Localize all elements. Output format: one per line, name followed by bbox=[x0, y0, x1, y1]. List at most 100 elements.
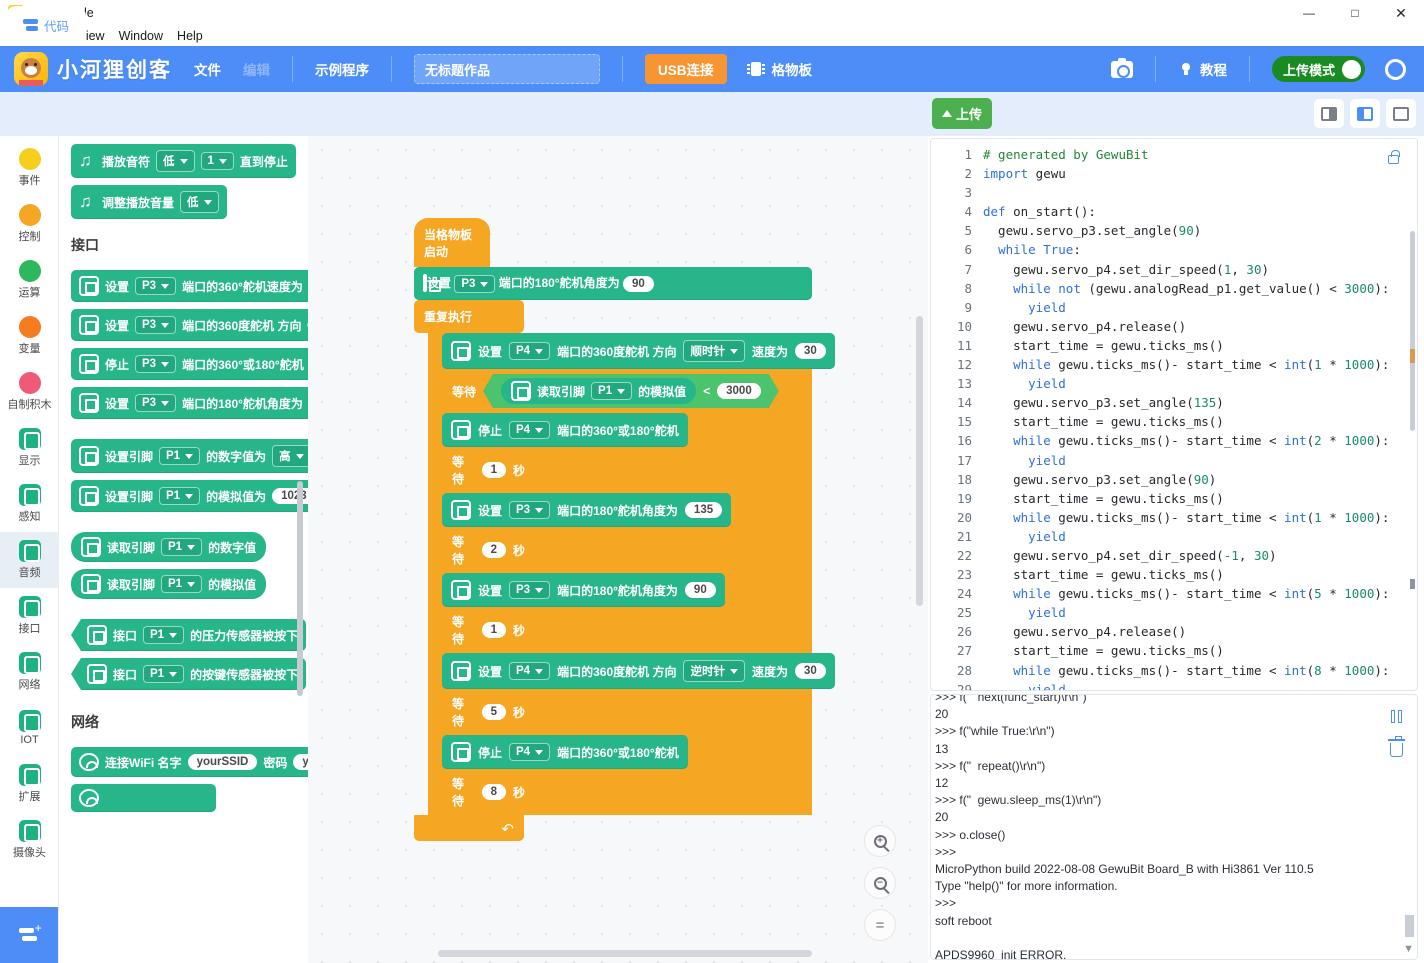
note-number-dropdown[interactable]: 1 bbox=[200, 152, 234, 170]
port-dropdown[interactable]: P4 bbox=[509, 421, 551, 439]
layout-full-icon[interactable] bbox=[1386, 99, 1416, 128]
sidebar-item-sensing[interactable]: 感知 bbox=[0, 476, 58, 532]
block-set-p3-90[interactable]: 设置 P3 端口的180°舵机角度为 90 bbox=[414, 267, 812, 300]
pin-dropdown[interactable]: P1 bbox=[143, 626, 185, 644]
pin-dropdown[interactable]: P1 bbox=[143, 665, 185, 683]
code-line[interactable]: 18 gewu.servo_p3.set_angle(90) bbox=[931, 470, 1417, 489]
code-line[interactable]: 14 gewu.servo_p3.set_angle(135) bbox=[931, 393, 1417, 412]
palette-scrollbar[interactable] bbox=[297, 481, 303, 696]
block-stop-p4[interactable]: 停止 P4 端口的360°或180°舵机 bbox=[442, 413, 688, 447]
port-dropdown[interactable]: P3 bbox=[509, 501, 551, 519]
block-set-p3-90b[interactable]: 设置 P3 端口的180°舵机角度为 90 bbox=[442, 573, 725, 607]
code-line[interactable]: 11 start_time = gewu.ticks_ms() bbox=[931, 336, 1417, 355]
code-line[interactable]: 4 def on_start(): bbox=[931, 202, 1417, 221]
zoom-reset-icon[interactable]: = bbox=[864, 909, 896, 941]
threshold-input[interactable]: 3000 bbox=[717, 383, 761, 399]
block-repeat-forever[interactable]: 重复执行 bbox=[414, 300, 524, 333]
code-line[interactable]: 17 yield bbox=[931, 451, 1417, 470]
menu-help[interactable]: Help bbox=[177, 29, 203, 43]
block-wait-2[interactable]: 等待 2 秒 bbox=[442, 527, 535, 573]
sidebar-item-display[interactable]: 显示 bbox=[0, 420, 58, 476]
upload-mode-toggle[interactable]: 上传模式 bbox=[1271, 56, 1365, 82]
code-line[interactable]: 7 gewu.servo_p4.set_dir_speed(1, 30) bbox=[931, 260, 1417, 279]
canvas-horizontal-scrollbar[interactable] bbox=[438, 950, 812, 957]
zoom-out-icon[interactable]: − bbox=[864, 867, 896, 899]
usb-connect-button[interactable]: USB连接 bbox=[645, 54, 727, 84]
tab-code[interactable]: 代码 bbox=[6, 6, 86, 44]
sidebar-item-network[interactable]: 网络 bbox=[0, 644, 58, 700]
port-dropdown[interactable]: P4 bbox=[509, 342, 551, 360]
palette-block-stop-servo[interactable]: 停止 P3 端口的360°或180°舵机 bbox=[71, 348, 308, 380]
block-wait-5[interactable]: 等待 5 秒 bbox=[442, 689, 535, 735]
console-scroll-down-icon[interactable]: ▼ bbox=[1403, 943, 1414, 955]
port-dropdown[interactable]: P3 bbox=[454, 275, 496, 293]
port-dropdown[interactable]: P3 bbox=[509, 581, 551, 599]
wifi-ssid-input[interactable]: yourSSID bbox=[187, 754, 258, 770]
sidebar-item-operators[interactable]: 运算 bbox=[0, 252, 58, 308]
block-palette[interactable]: 播放音符 低 1 直到停止 调整播放音量 低 接口 设置 bbox=[59, 136, 308, 963]
sidebar-item-extension[interactable]: 扩展 bbox=[0, 756, 58, 812]
code-lines[interactable]: 1 # generated by GewuBit 2 import gewu 3 4 def… bbox=[931, 145, 1417, 690]
block-hat-on-start[interactable]: 当格物板启动 bbox=[414, 218, 490, 267]
port-dropdown[interactable]: P4 bbox=[509, 743, 551, 761]
header-edit-menu[interactable]: 编辑 bbox=[243, 59, 270, 79]
trash-icon[interactable] bbox=[1381, 735, 1411, 765]
code-line[interactable]: 5 gewu.servo_p3.set_angle(90) bbox=[931, 221, 1417, 240]
console-scrollbar[interactable] bbox=[1405, 915, 1414, 937]
canvas-vertical-scrollbar[interactable] bbox=[916, 316, 923, 606]
code-line[interactable]: 15 start_time = gewu.ticks_ms() bbox=[931, 412, 1417, 431]
project-name-input[interactable]: 无标题作品 bbox=[414, 54, 600, 84]
block-set-p4-ccw[interactable]: 设置 P4 端口的360度舵机 方向 逆时针 速度为 30 bbox=[442, 653, 835, 689]
code-line[interactable]: 16 while gewu.ticks_ms()- start_time < i… bbox=[931, 431, 1417, 450]
block-set-p4-cw[interactable]: 设置 P4 端口的360度舵机 方向 顺时针 速度为 30 bbox=[442, 333, 835, 369]
palette-block-set-360-dir[interactable]: 设置 P3 端口的360度舵机 方向 bbox=[71, 309, 308, 341]
code-line[interactable]: 26 gewu.servo_p4.release() bbox=[931, 622, 1417, 641]
code-line[interactable]: 29 yield bbox=[931, 680, 1417, 690]
port-dropdown[interactable]: P3 bbox=[135, 394, 177, 412]
block-wait-until[interactable]: 等待 读取引脚 P1 的模拟值 < 3000 bbox=[442, 369, 812, 413]
palette-block-set-analog[interactable]: 设置引脚 P1 的模拟值为 1023 bbox=[71, 480, 308, 512]
palette-block-button-sensor[interactable]: 接口 P1 的按键传感器被按下 bbox=[71, 658, 307, 690]
palette-block-read-analog[interactable]: 读取引脚 P1 的模拟值 bbox=[71, 569, 267, 599]
block-comparison[interactable]: 读取引脚 P1 的模拟值 < 3000 bbox=[483, 374, 779, 408]
wifi-password-input[interactable]: your bbox=[293, 754, 308, 770]
wait-seconds-input[interactable]: 8 bbox=[481, 784, 506, 800]
port-dropdown[interactable]: P3 bbox=[135, 355, 177, 373]
pin-dropdown[interactable]: P1 bbox=[159, 487, 201, 505]
palette-block-set-180-angle[interactable]: 设置 P3 端口的180°舵机角度为 bbox=[71, 387, 308, 419]
wait-seconds-input[interactable]: 1 bbox=[481, 622, 506, 638]
pin-dropdown[interactable]: P1 bbox=[159, 447, 201, 465]
palette-block-set-360-speed[interactable]: 设置 P3 端口的360°舵机速度为 bbox=[71, 270, 308, 302]
code-line[interactable]: 20 while gewu.ticks_ms()- start_time < i… bbox=[931, 508, 1417, 527]
palette-block-play-note[interactable]: 播放音符 低 1 直到停止 bbox=[71, 144, 296, 178]
code-line[interactable]: 3 bbox=[931, 183, 1417, 202]
block-wait-1b[interactable]: 等待 1 秒 bbox=[442, 607, 535, 653]
block-wait-1a[interactable]: 等待 1 秒 bbox=[442, 447, 535, 493]
gear-icon[interactable] bbox=[1385, 58, 1406, 80]
code-editor-panel[interactable]: 1 # generated by GewuBit 2 import gewu 3 4 def… bbox=[930, 138, 1418, 691]
repeat-loop-footer[interactable]: ↶ bbox=[414, 815, 524, 841]
wait-seconds-input[interactable]: 2 bbox=[481, 542, 506, 558]
header-file-menu[interactable]: 文件 bbox=[194, 59, 221, 79]
sidebar-item-iot[interactable]: IOT bbox=[0, 700, 58, 756]
angle-input[interactable]: 90 bbox=[684, 582, 716, 598]
code-line[interactable]: 27 start_time = gewu.ticks_ms() bbox=[931, 641, 1417, 660]
pin-dropdown[interactable]: P1 bbox=[591, 382, 632, 400]
code-line[interactable]: 19 start_time = gewu.ticks_ms() bbox=[931, 489, 1417, 508]
console-panel[interactable]: >>> f(" next(func_start)\r\n") 20 >>> f(… bbox=[930, 694, 1418, 960]
port-dropdown[interactable]: P4 bbox=[509, 662, 551, 680]
pin-dropdown[interactable]: P1 bbox=[161, 538, 203, 556]
lock-icon[interactable] bbox=[1379, 145, 1407, 171]
block-script-stack[interactable]: 当格物板启动 设置 P3 端口的180°舵机角度为 90 重复执行 设置 P4 … bbox=[414, 218, 835, 841]
port-dropdown[interactable]: P3 bbox=[135, 277, 177, 295]
palette-block-wifi-partial[interactable] bbox=[71, 784, 216, 812]
sidebar-item-interface[interactable]: 接口 bbox=[0, 588, 58, 644]
palette-block-pressure-sensor[interactable]: 接口 P1 的压力传感器被按下 bbox=[71, 619, 307, 651]
category-rail[interactable]: 事件 控制 运算 变量 自制积木 显示 感知 音频 接口 网络 IOT 扩展 摄… bbox=[0, 136, 59, 963]
angle-input[interactable]: 90 bbox=[622, 276, 654, 292]
code-line[interactable]: 10 gewu.servo_p4.release() bbox=[931, 317, 1417, 336]
note-volume-dropdown[interactable]: 低 bbox=[156, 150, 195, 172]
block-stop-p4b[interactable]: 停止 P4 端口的360°或180°舵机 bbox=[442, 735, 688, 769]
code-line[interactable]: 23 start_time = gewu.ticks_ms() bbox=[931, 565, 1417, 584]
zoom-in-icon[interactable]: + bbox=[864, 825, 896, 857]
